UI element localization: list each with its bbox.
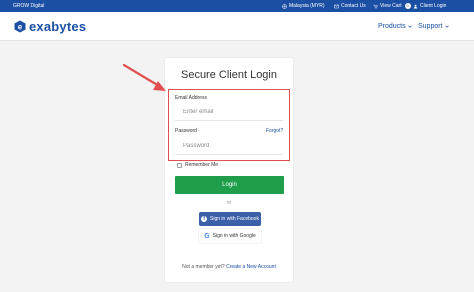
support-menu[interactable]: Support <box>418 23 449 30</box>
cart-icon <box>373 4 378 8</box>
view-cart-link[interactable]: View Cart 0 <box>373 3 411 9</box>
region-selector[interactable]: Malaysia (MYR) <box>282 3 325 9</box>
google-signin-label: Sign in with Google <box>212 233 256 239</box>
not-member-text: Not a member yet? <box>182 264 225 270</box>
signup-prompt: Not a member yet? Create a New Account <box>164 264 294 270</box>
login-button[interactable]: Login <box>175 176 284 194</box>
top-bar: GROW Digital Malaysia (MYR) Contact Us V… <box>0 0 474 12</box>
client-login-link[interactable]: Client Login <box>413 3 446 9</box>
mail-icon <box>334 4 339 8</box>
region-label: Malaysia (MYR) <box>289 3 325 9</box>
facebook-signin-label: Sign in with Facebook <box>210 216 259 222</box>
svg-text:e: e <box>18 22 23 31</box>
password-label: Password <box>175 128 197 134</box>
remember-me-checkbox[interactable] <box>177 162 182 168</box>
exabytes-logo-icon: e <box>14 20 26 33</box>
remember-me-label: Remember Me <box>185 162 219 168</box>
chevron-down-icon <box>444 25 449 28</box>
page-title: Secure Client Login <box>180 69 277 81</box>
or-divider: or <box>226 200 232 206</box>
grow-digital-link[interactable]: GROW Digital <box>13 3 44 9</box>
user-icon <box>413 4 418 8</box>
cart-count-badge: 0 <box>404 3 411 9</box>
email-field[interactable] <box>175 104 283 121</box>
products-menu[interactable]: Products <box>378 23 412 30</box>
logo-text: exabytes <box>29 19 87 34</box>
create-account-link[interactable]: Create a New Account <box>226 264 276 270</box>
password-field[interactable] <box>175 138 283 155</box>
remember-me[interactable]: Remember Me <box>177 162 218 168</box>
google-signin-button[interactable]: G Sign in with Google <box>199 229 261 243</box>
support-label: Support <box>418 23 443 30</box>
facebook-signin-button[interactable]: f Sign in with Facebook <box>199 212 261 226</box>
globe-icon <box>282 3 287 9</box>
contact-us-label: Contact Us <box>341 3 366 9</box>
forgot-password-link[interactable]: Forgot? <box>266 128 283 134</box>
chevron-down-icon <box>407 25 412 28</box>
email-label: Email Address <box>175 95 207 101</box>
main-navbar: e exabytes Products Support <box>0 12 474 41</box>
facebook-icon: f <box>201 216 208 222</box>
contact-us-link[interactable]: Contact Us <box>334 3 366 9</box>
exabytes-logo[interactable]: e exabytes <box>14 19 86 34</box>
view-cart-label: View Cart <box>380 3 402 9</box>
client-login-label: Client Login <box>420 3 447 9</box>
google-icon: G <box>204 232 210 240</box>
products-label: Products <box>378 23 406 30</box>
